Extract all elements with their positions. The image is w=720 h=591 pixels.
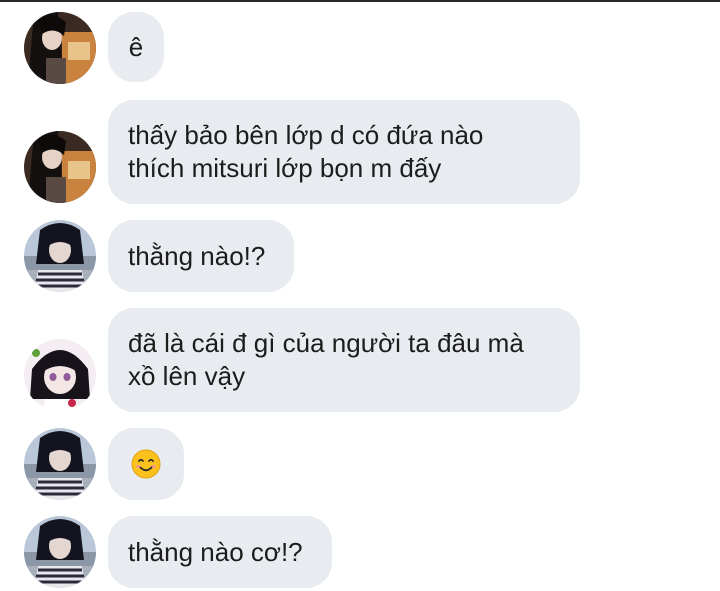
message-bubble[interactable]: thằng nào!?: [108, 220, 294, 292]
message-bubble[interactable]: đã là cái đ gì của người ta đâu mà xồ lê…: [108, 308, 580, 412]
avatar-user-b-image: [24, 516, 96, 588]
message-bubble[interactable]: ê: [108, 12, 164, 82]
message-text-line: thấy bảo bên lớp d có đứa nào: [128, 120, 484, 150]
message-text: thằng nào cơ!?: [128, 536, 303, 567]
avatar-user-c[interactable]: [24, 339, 96, 411]
avatar-user-b-image: [24, 428, 96, 500]
message-bubble[interactable]: thằng nào cơ!?: [108, 516, 332, 588]
message-text: thằng nào!?: [128, 240, 266, 271]
avatar-user-a[interactable]: [24, 12, 96, 84]
avatar-user-a-image: [24, 131, 96, 203]
avatar-user-b[interactable]: [24, 220, 96, 292]
message-text-line: thích mitsuri lớp bọn m đấy: [128, 153, 442, 183]
message-bubble[interactable]: [108, 428, 184, 500]
avatar-user-a[interactable]: [24, 131, 96, 203]
message-text: ê: [128, 31, 144, 62]
avatar-user-b[interactable]: [24, 428, 96, 500]
avatar-user-a-image: [24, 12, 96, 84]
smiling-face-emoji-icon: [131, 449, 161, 479]
avatar-user-b-image: [24, 220, 96, 292]
avatar-user-b[interactable]: [24, 516, 96, 588]
message-bubble[interactable]: thấy bảo bên lớp d có đứa nào thích mits…: [108, 100, 580, 204]
top-border: [0, 0, 720, 2]
message-text-line: đã là cái đ gì của người ta đâu mà: [128, 328, 524, 358]
message-text-line: xồ lên vậy: [128, 361, 246, 391]
avatar-user-c-image: [24, 339, 96, 411]
